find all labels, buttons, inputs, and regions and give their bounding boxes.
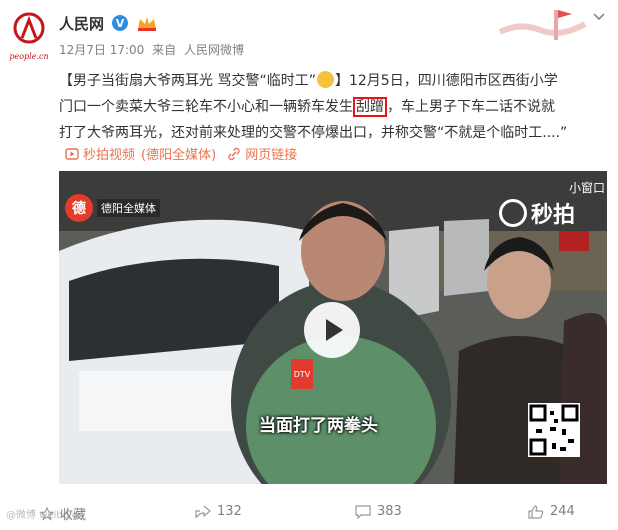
post-text-line: 门口一个卖菜大爷三轮车不小心和一辆轿车发生 刮蹭 ，车上男子下车二话不说就 (59, 94, 611, 120)
post-meta: 12月7日 17:00 来自 人民网微博 (59, 41, 248, 58)
comment-button[interactable]: 383 (355, 504, 402, 519)
avatar-latin: people.cn (9, 52, 49, 61)
play-icon[interactable] (304, 302, 360, 358)
thumbs-up-icon (528, 504, 544, 519)
people-daily-logo (13, 12, 45, 44)
highlighted-word: 刮蹭 (353, 97, 387, 117)
like-button[interactable]: 244 (528, 504, 575, 519)
star-icon (40, 506, 54, 521)
web-link-icon (226, 146, 242, 162)
web-link[interactable]: 网页链接 (245, 144, 297, 163)
post-links: 秒拍视频 (德阳全媒体) 网页链接 (64, 144, 297, 163)
mini-window-button[interactable]: 小窗口 (569, 179, 605, 196)
miaopai-logo-text: 秒拍 (531, 203, 576, 228)
video-link-icon (64, 146, 80, 162)
miaopai-logo: 秒拍 (499, 197, 575, 229)
decorative-banner (498, 10, 587, 40)
favorite-label: 收藏 (60, 508, 87, 523)
topic-link[interactable]: (德阳全媒体) (141, 144, 216, 163)
comment-icon (355, 504, 371, 519)
weibo-post: people.cn 人民网 V 12月7日 17:00 来自 人民网微博 【男子… (0, 0, 618, 530)
chevron-down-icon[interactable] (592, 10, 606, 24)
action-bar: @微博 weibo.cn 收藏 132 383 244 (0, 498, 618, 530)
qr-code-icon (528, 403, 580, 457)
sad-face-emoji-icon (316, 71, 334, 88)
post-text-line: 打了大爷两耳光，还对前来处理的交警不停爆出口，并称交警“不就是个临时工....” (59, 125, 568, 141)
channel-logo-text: 德阳全媒体 (97, 199, 160, 217)
post-text: 【男子当街扇大爷两耳光 骂交警“临时工” 】12月5日，四川德阳市区西街小学 门口… (59, 68, 611, 146)
source-app[interactable]: 人民网微博 (184, 43, 244, 57)
verified-badge-icon[interactable]: V (112, 15, 129, 31)
favorite-button[interactable]: 收藏 (40, 504, 86, 523)
like-count: 244 (550, 504, 575, 519)
share-button[interactable]: 132 (195, 504, 242, 519)
topic-link-label: 德阳全媒体 (146, 148, 212, 163)
post-time[interactable]: 12月7日 17:00 (59, 43, 144, 57)
account-name[interactable]: 人民网 (59, 13, 104, 34)
video-subtitle: 当面打了两拳头 (259, 416, 378, 436)
source-prefix: 来自 (152, 43, 177, 57)
microphone-flag: DTV (291, 359, 313, 389)
video-player[interactable]: 德 德阳全媒体 小窗口 秒拍 当面打了两拳头 DTV (59, 171, 607, 484)
post-text-segment: 】12月5日，四川德阳市区西街小学 (334, 73, 558, 89)
channel-logo: 德 德阳全媒体 (65, 194, 160, 222)
post-text-segment: 门口一个卖菜大爷三轮车不小心和一辆轿车发生 (59, 99, 353, 115)
play-triangle (326, 319, 343, 341)
share-icon (195, 505, 211, 518)
post-text-segment: ，车上男子下车二话不说就 (387, 99, 555, 115)
post-text-segment: 【男子当街扇大爷两耳光 骂交警“临时工” (59, 73, 316, 89)
account-avatar[interactable]: people.cn (6, 12, 52, 64)
miaopai-ring-icon (499, 199, 527, 227)
comment-count: 383 (377, 504, 402, 519)
share-count: 132 (217, 504, 242, 519)
video-link[interactable]: 秒拍视频 (83, 144, 135, 163)
member-crown-icon[interactable] (136, 14, 158, 32)
post-text-line: 【男子当街扇大爷两耳光 骂交警“临时工” 】12月5日，四川德阳市区西街小学 (59, 68, 611, 94)
channel-logo-badge: 德 (65, 194, 93, 222)
account-header: 人民网 V (59, 11, 158, 35)
